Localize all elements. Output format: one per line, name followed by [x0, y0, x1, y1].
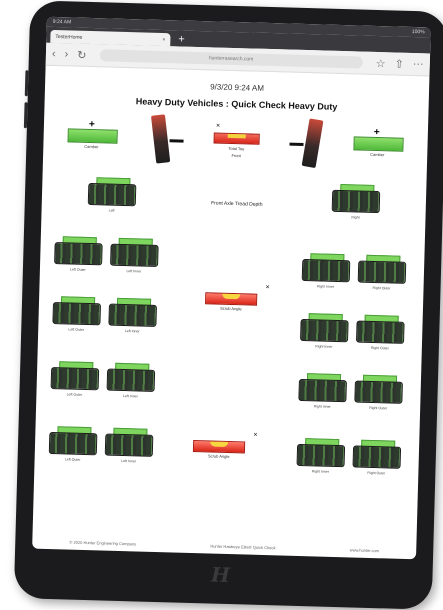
toe-marker-icon: ×	[215, 122, 221, 130]
scrub-angle-label-1: Scrub Angle	[220, 305, 242, 312]
camber-right-label: Camber	[370, 151, 385, 158]
tire-right-2b: Right Outer	[356, 314, 405, 350]
status-time: 9:24 AM	[52, 18, 72, 26]
tire-right-1b: Right Outer	[357, 254, 407, 290]
camber-right-bar	[353, 136, 404, 152]
tire-left-4b: Left Inner	[104, 427, 154, 463]
tire-left-2a: Left Outer	[52, 296, 101, 332]
tire-left-4a: Left Outer	[48, 426, 98, 462]
back-icon[interactable]: ‹	[52, 48, 56, 60]
tire-right-3b: Right Outer	[354, 374, 403, 410]
tire-left-front: Left	[87, 177, 137, 213]
scrub-angle-label-2: Scrub Angle	[207, 453, 230, 460]
front-label: Front	[231, 152, 241, 159]
footer-center: Hunter Hawkeye Elite® Quick Check	[210, 543, 276, 551]
page-title: Heavy Duty Vehicles : Quick Check Heavy …	[135, 96, 338, 112]
report-page: 9/3/20 9:24 AM Heavy Duty Vehicles : Qui…	[32, 66, 429, 560]
share-icon[interactable]: ⇧	[394, 57, 404, 70]
axle-right	[289, 142, 304, 146]
scrub-angle-bar-2	[192, 439, 246, 454]
tire-right-front: Right	[331, 184, 381, 220]
toe-bar	[213, 132, 260, 145]
status-battery: 100%	[411, 28, 425, 36]
scrub-marker-icon-2: ×	[253, 431, 258, 439]
bookmark-icon[interactable]: ☆	[376, 56, 386, 69]
camber-left-bar	[67, 128, 118, 144]
tire-right-4b: Right Outer	[352, 439, 402, 475]
tire-right-1a: Right Inner	[301, 253, 351, 289]
scrub-marker-icon-1: ×	[265, 283, 270, 292]
tire-left-1b: Left Inner	[110, 237, 159, 273]
footer-left: © 2020 Hunter Engineering Company	[69, 539, 137, 547]
url-input[interactable]: hunterrasearch.com	[99, 49, 363, 69]
tablet-frame: 9:24 AM 100% TesterHome × + ‹ › ↻ hunter…	[13, 0, 443, 610]
footer-right[interactable]: www.hunter.com	[350, 547, 379, 553]
wheel-right-icon	[301, 118, 324, 169]
tire-left-3a: Left Outer	[50, 361, 100, 397]
forward-icon[interactable]: ›	[64, 48, 68, 60]
hunter-logo-icon: H	[210, 562, 229, 588]
volume-up-button	[24, 70, 29, 97]
axle-left	[169, 139, 184, 143]
tire-right-3a: Right Inner	[298, 373, 347, 409]
browser-screen: 9:24 AM 100% TesterHome × + ‹ › ↻ hunter…	[32, 16, 431, 560]
page-footer: © 2020 Hunter Engineering Company Hunter…	[32, 539, 416, 555]
toe-label: Total Toe	[228, 145, 245, 152]
camber-left-label: Camber	[84, 143, 99, 150]
tire-right-2a: Right Inner	[300, 313, 349, 349]
more-icon[interactable]: ···	[413, 58, 424, 70]
tab-label: TesterHome	[55, 33, 83, 41]
new-tab-icon[interactable]: +	[178, 33, 185, 46]
scrub-angle-bar-1	[205, 292, 258, 306]
volume-down-button	[23, 102, 28, 129]
tab-close-icon[interactable]: ×	[162, 36, 165, 42]
front-axle-tread-label: Front Axle Tread Depth	[211, 200, 263, 208]
tire-left-1a: Left Outer	[54, 236, 103, 272]
reload-icon[interactable]: ↻	[77, 48, 87, 61]
tire-right-4a: Right Inner	[296, 438, 346, 474]
wheel-left-icon	[150, 114, 171, 164]
tire-left-2b: Left Inner	[108, 297, 157, 333]
tire-left-3b: Left Inner	[106, 362, 156, 398]
